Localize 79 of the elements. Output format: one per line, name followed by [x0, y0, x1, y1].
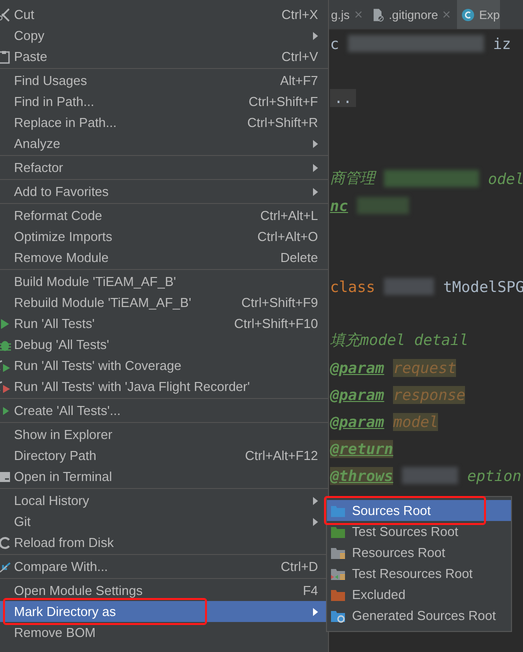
doc-param-name: response [393, 386, 466, 404]
menu-item[interactable]: Paste Ctrl+V [0, 46, 328, 67]
doc-tag: @throws [330, 466, 394, 484]
doc-tag: @param [330, 386, 384, 404]
code-comment: eption [467, 466, 522, 484]
profiler-icon [0, 378, 12, 394]
shortcut-label: Ctrl+Alt+F12 [245, 448, 318, 463]
shortcut-label: Ctrl+Alt+O [257, 229, 318, 244]
code-comment: 商管理 [330, 169, 375, 188]
close-icon [442, 10, 452, 19]
shortcut-label: Ctrl+V [282, 49, 318, 64]
shortcut-label: Ctrl+Shift+F10 [234, 316, 318, 331]
doc-param-name: model [393, 412, 438, 430]
menu-item[interactable]: Reload from Disk [0, 532, 328, 553]
submenu-item[interactable]: Test Sources Root [327, 521, 511, 542]
menu-item[interactable]: Optimize Imports Ctrl+Alt+O [0, 226, 328, 247]
menu-item[interactable]: Remove Module Delete [0, 247, 328, 268]
menu-item[interactable]: Remove BOM [0, 622, 328, 643]
menu-item[interactable]: Compare With... Ctrl+D [0, 556, 328, 577]
file-icon [370, 8, 385, 22]
submenu-item[interactable]: Generated Sources Root [327, 605, 511, 626]
menu-item[interactable]: Replace in Path... Ctrl+Shift+R [0, 112, 328, 133]
menu-item[interactable]: Git [0, 511, 328, 532]
clipboard-icon [0, 48, 12, 64]
menu-item[interactable]: Refactor [0, 157, 328, 178]
menu-item[interactable]: Reformat Code Ctrl+Alt+L [0, 205, 328, 226]
doc-tag: @param [330, 358, 384, 376]
editor-tab[interactable]: g.js [329, 0, 369, 29]
menu-item[interactable]: Mark Directory as [0, 601, 328, 622]
close-icon [354, 10, 363, 19]
menu-item[interactable]: Run 'All Tests' with Coverage [0, 355, 328, 376]
menu-item[interactable]: Local History [0, 490, 328, 511]
shortcut-label: Ctrl+Shift+R [247, 115, 318, 130]
menu-item[interactable]: Show in Explorer [0, 424, 328, 445]
menu-item[interactable]: Run 'All Tests' with 'Java Flight Recorder' [0, 376, 328, 397]
menu-item[interactable]: Run 'All Tests' Ctrl+Shift+F10 [0, 313, 328, 334]
menu-item[interactable]: Add to Favorites [0, 181, 328, 202]
coverage-icon [0, 358, 12, 374]
code-keyword: class [330, 278, 376, 296]
redaction-blur [384, 278, 434, 295]
menu-item[interactable]: Create 'All Tests'... [0, 400, 328, 421]
menu-item[interactable]: Build Module 'TiEAM_AF_B' [0, 271, 328, 292]
submenu-item[interactable]: Test Resources Root [327, 563, 511, 584]
shortcut-label: Ctrl+X [282, 7, 318, 22]
menu-item[interactable]: Copy [0, 25, 328, 46]
shortcut-label: Delete [280, 250, 318, 265]
refresh-icon [0, 534, 12, 550]
doc-param-name: request [393, 358, 456, 376]
menu-item[interactable]: Analyze [0, 133, 328, 154]
code-text: iz [493, 34, 512, 52]
shortcut-label: Ctrl+D [280, 559, 318, 574]
submenu-item[interactable]: Excluded [327, 584, 511, 605]
doc-tag: @return [330, 440, 394, 458]
redaction-blur [357, 197, 410, 214]
scissors-icon [0, 6, 12, 22]
menu-item[interactable]: Find Usages Alt+F7 [0, 70, 328, 91]
shortcut-label: Ctrl+Shift+F9 [241, 295, 318, 310]
doc-tag: @param [330, 412, 384, 430]
submenu-item[interactable]: Resources Root [327, 542, 511, 563]
shortcut-label: Ctrl+Alt+L [260, 208, 318, 223]
doc-tag: nc [330, 196, 348, 214]
code-text: c [330, 34, 340, 52]
code-comment: 填充model detail [330, 331, 468, 350]
editor-tab[interactable]: .gitignore [368, 0, 458, 29]
menu-item[interactable]: Cut Ctrl+X [0, 4, 328, 25]
shortcut-label: Alt+F7 [280, 73, 318, 88]
shortcut-label: F4 [302, 583, 318, 598]
class-icon [461, 8, 476, 22]
code-comment: odel [488, 170, 523, 188]
menu-item[interactable]: Open Module Settings F4 [0, 580, 328, 601]
menu-item[interactable]: Open in Terminal [0, 466, 328, 487]
menu-item[interactable]: Debug 'All Tests' [0, 334, 328, 355]
redaction-blur [402, 467, 458, 484]
editor-tab[interactable]: Exp [457, 0, 500, 29]
menu-item[interactable]: Rebuild Module 'TiEAM_AF_B' Ctrl+Shift+F9 [0, 292, 328, 313]
shortcut-label: Ctrl+Shift+F [248, 94, 318, 109]
menu-item[interactable]: Find in Path... Ctrl+Shift+F [0, 91, 328, 112]
folded-code[interactable]: .. [330, 88, 356, 106]
menu-item[interactable]: Directory Path Ctrl+Alt+F12 [0, 445, 328, 466]
